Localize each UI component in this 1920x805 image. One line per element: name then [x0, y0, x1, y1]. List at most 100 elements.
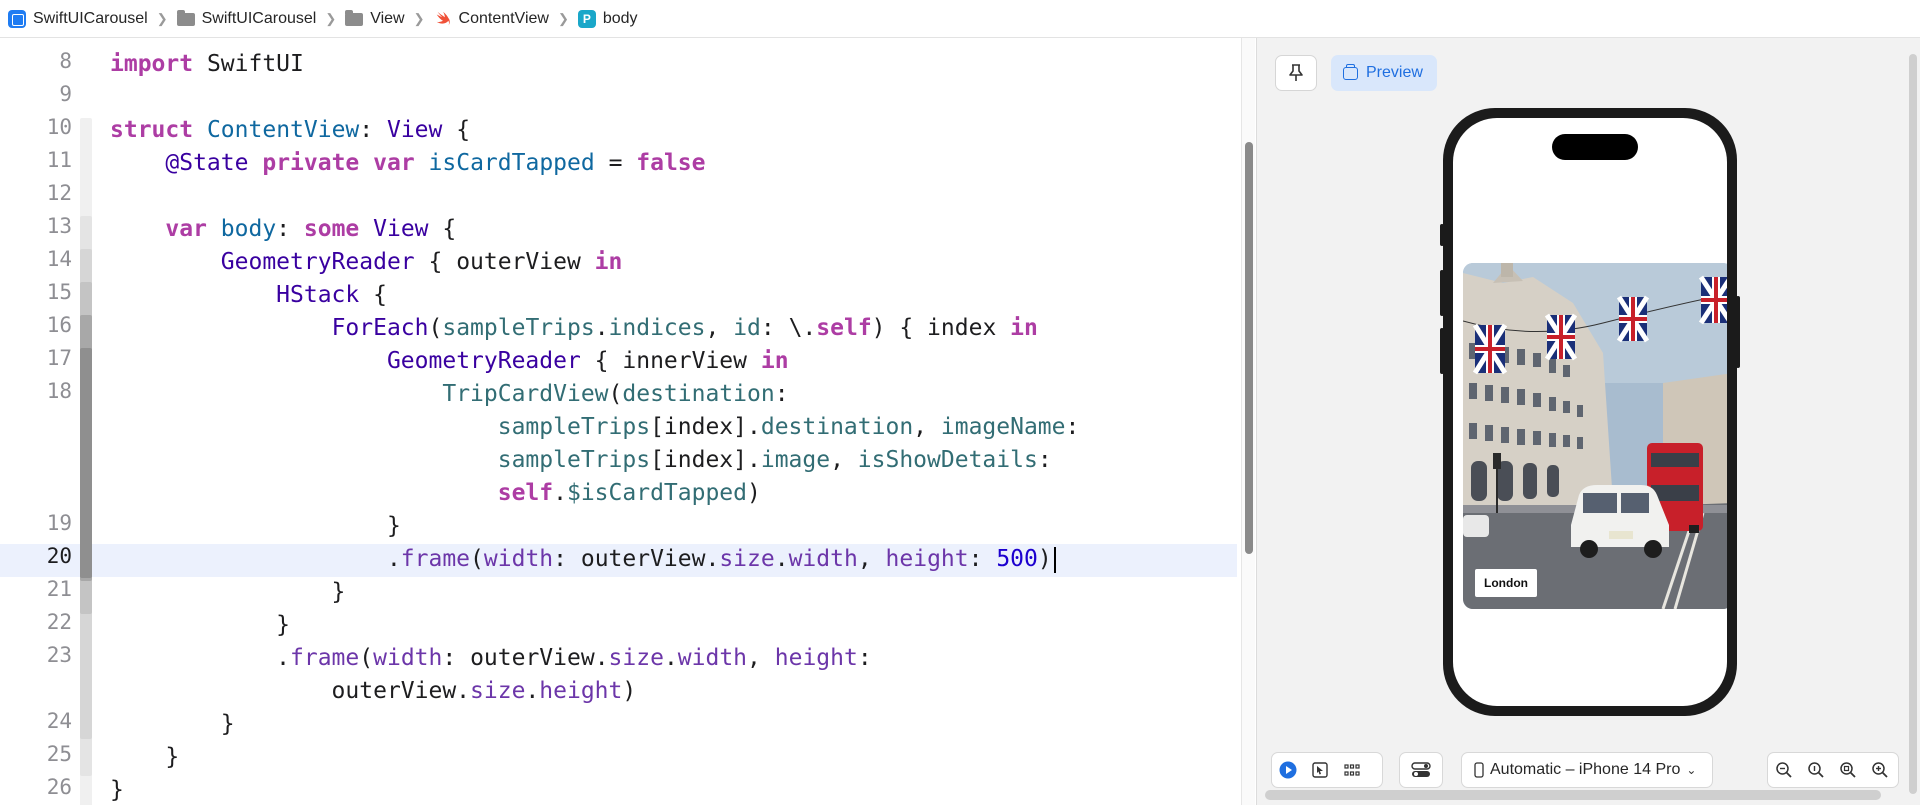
pin-icon: [1288, 64, 1304, 82]
line-number: 12: [2, 181, 72, 205]
line-number: 18: [2, 379, 72, 403]
code-line: sampleTrips[index].destination, imageNam…: [110, 411, 1079, 444]
code-line: TripCardView(destination:: [110, 378, 789, 411]
code-line: struct ContentView: View {: [110, 114, 470, 147]
line-number: 10: [2, 115, 72, 139]
breadcrumb-group-label: SwiftUICarousel: [202, 10, 317, 28]
variants-button[interactable]: [1336, 754, 1368, 786]
code-line: .frame(width: outerView.size.width, heig…: [110, 642, 872, 675]
trip-card[interactable]: London: [1463, 263, 1727, 609]
zoom-in-icon: [1871, 761, 1889, 779]
preview-mode-button[interactable]: Preview: [1331, 55, 1437, 91]
code-line: ForEach(sampleTrips.indices, id: \.self)…: [110, 312, 1038, 345]
device-screen[interactable]: London: [1453, 118, 1727, 706]
code-line: }: [110, 576, 345, 609]
line-number: 24: [2, 709, 72, 733]
device-selector[interactable]: Automatic – iPhone 14 Pro ⌄: [1461, 752, 1713, 788]
zoom-fit-icon: [1839, 761, 1857, 779]
zoom-actual-icon: [1807, 761, 1825, 779]
folder-icon: [177, 13, 195, 26]
code-line: var body: some View {: [110, 213, 456, 246]
code-line: GeometryReader { innerView in: [110, 345, 789, 378]
breadcrumb-folder[interactable]: View: [345, 10, 404, 28]
live-preview-button[interactable]: [1272, 754, 1304, 786]
london-street-photo: [1463, 263, 1727, 609]
preview-icon: [1343, 67, 1358, 80]
code-line: }: [110, 708, 235, 741]
breadcrumb-symbol[interactable]: P body: [578, 10, 638, 28]
code-line: @State private var isCardTapped = false: [110, 147, 706, 180]
grid-icon: [1344, 764, 1360, 776]
zoom-in-button[interactable]: [1864, 754, 1896, 786]
zoom-out-icon: [1775, 761, 1793, 779]
zoom-fit-button[interactable]: [1832, 754, 1864, 786]
code-line: outerView.size.height): [110, 675, 636, 708]
line-number-active: 20: [2, 544, 72, 568]
line-number: 13: [2, 214, 72, 238]
code-editor[interactable]: 8 9 10 11 12 13 14 15 16 17 18 19 20 21 …: [0, 38, 1237, 805]
code-folding-ribbon[interactable]: [80, 38, 92, 805]
preview-canvas: Preview: [1256, 38, 1920, 805]
breadcrumb-symbol-label: body: [603, 10, 638, 28]
iphone-icon: [1474, 762, 1484, 778]
folder-icon: [345, 13, 363, 26]
breadcrumb-file-label: ContentView: [459, 10, 549, 28]
line-number: 15: [2, 280, 72, 304]
destination-label: London: [1475, 569, 1537, 597]
breadcrumb-folder-label: View: [370, 10, 404, 28]
code-line: sampleTrips[index].image, isShowDetails:: [110, 444, 1052, 477]
app-project-icon: [8, 10, 26, 28]
selectable-mode-button[interactable]: [1304, 754, 1336, 786]
zoom-controls: [1767, 752, 1899, 788]
code-line: }: [110, 609, 290, 642]
editor-vertical-scrollbar[interactable]: [1241, 38, 1255, 805]
breadcrumb-group[interactable]: SwiftUICarousel: [177, 10, 317, 28]
line-number: 11: [2, 148, 72, 172]
line-number: 8: [2, 49, 72, 73]
chevron-down-icon: ⌄: [1686, 763, 1696, 777]
line-number: 23: [2, 643, 72, 667]
zoom-100-button[interactable]: [1800, 754, 1832, 786]
code-line: import SwiftUI: [110, 48, 304, 81]
line-number: 16: [2, 313, 72, 337]
preview-mode-segment: [1271, 752, 1383, 788]
chevron-right-icon: ❯: [325, 11, 336, 27]
swift-file-icon: [434, 10, 452, 28]
breadcrumb-file[interactable]: ContentView: [434, 10, 549, 28]
canvas-settings-button[interactable]: [1399, 752, 1443, 788]
line-number: 26: [2, 775, 72, 799]
line-number: 25: [2, 742, 72, 766]
zoom-out-button[interactable]: [1768, 754, 1800, 786]
chevron-right-icon: ❯: [558, 11, 569, 27]
chevron-right-icon: ❯: [414, 11, 425, 27]
play-icon: [1279, 761, 1297, 779]
cursor-icon: [1312, 762, 1328, 778]
line-number: 22: [2, 610, 72, 634]
preview-mode-label: Preview: [1366, 64, 1423, 82]
line-number-gutter: 8 9 10 11 12 13 14 15 16 17 18 19 20 21 …: [0, 38, 84, 805]
pin-preview-button[interactable]: [1275, 55, 1317, 91]
line-number: 9: [2, 82, 72, 106]
code-line: }: [110, 510, 401, 543]
text-cursor: [1054, 547, 1056, 573]
line-number: 21: [2, 577, 72, 601]
chevron-right-icon: ❯: [157, 11, 168, 27]
code-line: }: [110, 741, 179, 774]
code-line: HStack {: [110, 279, 387, 312]
line-number: 14: [2, 247, 72, 271]
editor-scroll-thumb[interactable]: [1245, 142, 1253, 554]
preview-horizontal-scrollbar[interactable]: [1265, 790, 1881, 800]
preview-vertical-scrollbar[interactable]: [1909, 54, 1917, 794]
device-selector-label: Automatic – iPhone 14 Pro: [1490, 761, 1680, 779]
breadcrumb-project[interactable]: SwiftUICarousel: [8, 10, 148, 28]
code-line: self.$isCardTapped): [110, 477, 761, 510]
code-line: }: [110, 774, 124, 805]
property-icon: P: [578, 10, 596, 28]
breadcrumb: SwiftUICarousel ❯ SwiftUICarousel ❯ View…: [0, 0, 1920, 38]
line-number: 19: [2, 511, 72, 535]
code-line: GeometryReader { outerView in: [110, 246, 622, 279]
line-number: 17: [2, 346, 72, 370]
fold-region-inner-geometry[interactable]: [80, 348, 92, 578]
code-line-active: .frame(width: outerView.size.width, heig…: [110, 543, 1056, 576]
toggles-icon: [1411, 762, 1431, 778]
